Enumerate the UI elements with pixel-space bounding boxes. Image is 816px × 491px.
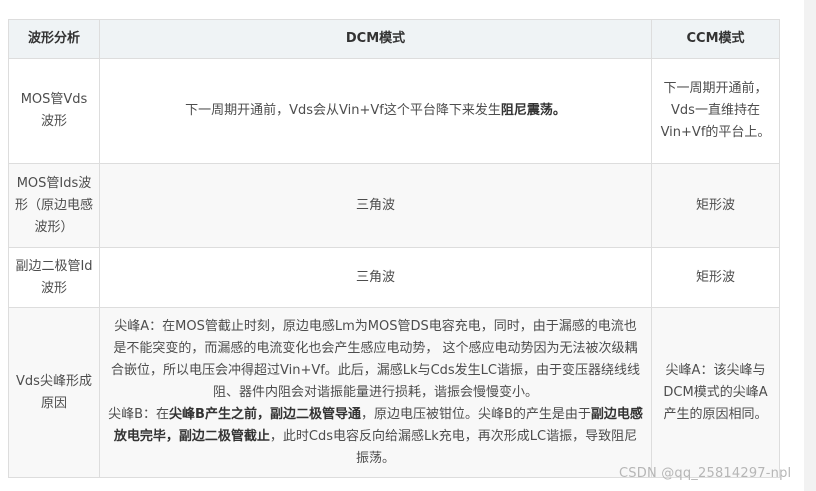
ccm-cell-mos-vds: 下一周期开通前，Vds一直维持在Vin+Vf的平台上。 bbox=[651, 58, 780, 164]
header-waveform-analysis: 波形分析 bbox=[8, 19, 100, 59]
table-row: MOS管Ids波形（原边电感波形） 三角波 矩形波 bbox=[8, 163, 780, 248]
ccm-cell-diode-id: 矩形波 bbox=[651, 247, 780, 308]
spike-b-text: 尖峰B：在尖峰B产生之前，副边二极管导通，原边电压被钳位。尖峰B的产生是由于副边… bbox=[108, 404, 643, 470]
table-row: Vds尖峰形成原因 尖峰A：在MOS管截止时刻，原边电感Lm为MOS管DS电容充… bbox=[8, 307, 780, 478]
dcm-cell-mos-vds: 下一周期开通前，Vds会从Vin+Vf这个平台降下来发生阻尼震荡。 bbox=[99, 58, 652, 164]
table-row: 副边二极管Id波形 三角波 矩形波 bbox=[8, 247, 780, 308]
table-header-row: 波形分析 DCM模式 CCM模式 bbox=[8, 19, 780, 59]
dcm-text: 下一周期开通前，Vds会从Vin+Vf这个平台降下来发生 bbox=[185, 103, 501, 118]
row-label-mos-vds: MOS管Vds波形 bbox=[8, 58, 100, 164]
row-label-diode-id: 副边二极管Id波形 bbox=[8, 247, 100, 308]
table-row: MOS管Vds波形 下一周期开通前，Vds会从Vin+Vf这个平台降下来发生阻尼… bbox=[8, 58, 780, 164]
header-ccm-mode: CCM模式 bbox=[651, 19, 780, 59]
spike-a-text: 尖峰A：在MOS管截止时刻，原边电感Lm为MOS管DS电容充电，同时，由于漏感的… bbox=[110, 318, 640, 400]
page-scrollbar[interactable] bbox=[804, 0, 816, 491]
dcm-cell-vds-spike: 尖峰A：在MOS管截止时刻，原边电感Lm为MOS管DS电容充电，同时，由于漏感的… bbox=[99, 307, 652, 478]
row-label-vds-spike: Vds尖峰形成原因 bbox=[8, 307, 100, 478]
header-dcm-mode: DCM模式 bbox=[99, 19, 652, 59]
spike-b-part2: ，原边电压被钳位。尖峰B的产生是由于 bbox=[360, 406, 591, 422]
ccm-cell-mos-ids: 矩形波 bbox=[651, 163, 780, 248]
spike-b-bold1: 尖峰B产生之前，副边二极管导通 bbox=[169, 406, 361, 422]
row-label-mos-ids: MOS管Ids波形（原边电感波形） bbox=[8, 163, 100, 248]
waveform-comparison-table: 波形分析 DCM模式 CCM模式 MOS管Vds波形 下一周期开通前，Vds会从… bbox=[8, 19, 780, 478]
spike-b-part3: ，此时Cds电容反向给漏感Lk充电，再次形成LC谐振，导致阻尼振荡。 bbox=[269, 428, 638, 466]
dcm-cell-mos-ids: 三角波 bbox=[99, 163, 652, 248]
page-scroll-gutter bbox=[780, 0, 816, 491]
dcm-cell-diode-id: 三角波 bbox=[99, 247, 652, 308]
ccm-cell-vds-spike: 尖峰A：该尖峰与DCM模式的尖峰A产生的原因相同。 bbox=[651, 307, 780, 478]
csdn-watermark: CSDN @qq_25814297-npl bbox=[619, 466, 792, 481]
spike-b-part1: 尖峰B：在 bbox=[108, 406, 170, 422]
dcm-bold-text: 阻尼震荡。 bbox=[500, 103, 566, 118]
